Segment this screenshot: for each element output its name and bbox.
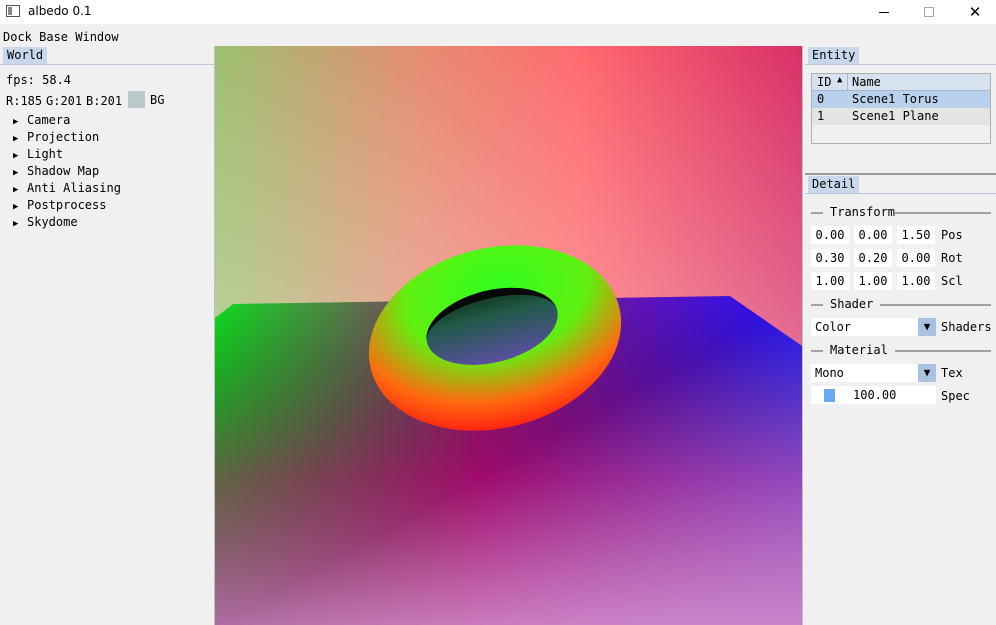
row-name: Scene1 Torus (852, 92, 939, 106)
section-shader: Shader (811, 297, 991, 311)
spec-label: Spec (941, 389, 970, 403)
table-row[interactable]: 1 Scene1 Plane (812, 108, 990, 125)
column-header-id[interactable]: ID (817, 75, 831, 89)
spec-slider[interactable]: 100.00 (811, 386, 936, 404)
expand-arrow-icon: ▶ (13, 134, 19, 144)
app-icon (6, 5, 20, 17)
tab-world[interactable]: World (3, 47, 48, 64)
world-panel: World fps: 58.4 R:185 G:201 B:201 BG ▶ Ca… (0, 46, 214, 625)
bg-color-swatch[interactable] (128, 91, 145, 108)
tree-item-label: Postprocess (27, 198, 107, 212)
expand-arrow-icon: ▶ (13, 202, 19, 212)
section-title: Material (830, 343, 888, 357)
tree-item-projection[interactable]: ▶ Projection (13, 130, 99, 146)
tab-underline (805, 193, 996, 194)
spec-value: 100.00 (853, 388, 897, 402)
row-id: 1 (817, 109, 825, 123)
scl-x-field[interactable]: 1.00 (811, 272, 849, 290)
right-splitter[interactable] (802, 46, 803, 625)
expand-arrow-icon: ▶ (13, 117, 19, 127)
tab-underline (0, 64, 214, 65)
scl-y-field[interactable]: 1.00 (854, 272, 892, 290)
scene-render (215, 46, 802, 625)
tree-item-label: Skydome (27, 215, 78, 229)
texture-select[interactable]: Mono ▼ (811, 364, 936, 382)
section-material: Material (811, 343, 991, 357)
shaders-label: Shaders (941, 320, 992, 334)
menu-dock-base-window[interactable]: Dock Base Window (3, 30, 119, 44)
shader-select[interactable]: Color ▼ (811, 318, 936, 336)
chevron-down-icon[interactable]: ▼ (918, 364, 936, 382)
maximize-button[interactable] (906, 0, 952, 24)
tree-item-shadow-map[interactable]: ▶ Shadow Map (13, 164, 99, 180)
tree-item-light[interactable]: ▶ Light (13, 147, 63, 163)
minimize-button[interactable] (861, 0, 907, 24)
texture-select-value: Mono (815, 366, 844, 380)
tree-item-label: Camera (27, 113, 71, 127)
scl-z-field[interactable]: 1.00 (897, 272, 935, 290)
table-header: ID ▲ Name (812, 74, 990, 91)
tree-item-label: Light (27, 147, 64, 161)
table-row[interactable]: 0 Scene1 Torus (812, 91, 990, 108)
close-button[interactable]: ✕ (952, 0, 996, 24)
pos-z-field[interactable]: 1.50 (897, 226, 935, 244)
bg-green-value[interactable]: G:201 (46, 93, 82, 110)
pos-x-field[interactable]: 0.00 (811, 226, 849, 244)
expand-arrow-icon: ▶ (13, 219, 19, 229)
bg-label: BG (150, 93, 165, 107)
rot-x-field[interactable]: 0.30 (811, 249, 849, 267)
tree-item-anti-aliasing[interactable]: ▶ Anti Aliasing (13, 181, 121, 197)
expand-arrow-icon: ▶ (13, 185, 19, 195)
tab-underline (805, 64, 996, 65)
slider-grab-handle[interactable] (824, 389, 835, 402)
chevron-down-icon[interactable]: ▼ (918, 318, 936, 336)
scl-label: Scl (941, 274, 963, 288)
rot-y-field[interactable]: 0.20 (854, 249, 892, 267)
bg-red-value[interactable]: R:185 (6, 93, 42, 110)
detail-panel: Detail Transform 0.00 0.00 1.50 Pos 0.30… (805, 175, 996, 625)
fps-readout: fps: 58.4 (6, 73, 72, 87)
tex-label: Tex (941, 366, 963, 380)
expand-arrow-icon: ▶ (13, 151, 19, 161)
tab-entity[interactable]: Entity (808, 47, 860, 64)
shader-select-value: Color (815, 320, 852, 334)
entity-table: ID ▲ Name 0 Scene1 Torus 1 Scene1 Plane (811, 73, 991, 144)
tab-detail[interactable]: Detail (808, 176, 860, 193)
entity-panel: Entity ID ▲ Name 0 Scene1 Torus 1 Scene1… (805, 46, 996, 173)
render-viewport[interactable] (215, 46, 802, 625)
column-divider[interactable] (847, 74, 848, 91)
pos-y-field[interactable]: 0.00 (854, 226, 892, 244)
tree-item-postprocess[interactable]: ▶ Postprocess (13, 198, 106, 214)
row-id: 0 (817, 92, 825, 106)
close-icon: ✕ (968, 3, 982, 21)
tree-item-camera[interactable]: ▶ Camera (13, 113, 70, 129)
expand-arrow-icon: ▶ (13, 168, 19, 178)
pos-label: Pos (941, 228, 963, 242)
sort-ascending-icon[interactable]: ▲ (837, 75, 842, 85)
row-name: Scene1 Plane (852, 109, 939, 123)
tree-item-label: Projection (27, 130, 100, 144)
tree-item-skydome[interactable]: ▶ Skydome (13, 215, 78, 231)
tree-item-label: Anti Aliasing (27, 181, 121, 195)
window-title: albedo 0.1 (28, 4, 92, 18)
section-title: Transform (830, 205, 896, 219)
column-header-name[interactable]: Name (852, 75, 881, 89)
rot-label: Rot (941, 251, 963, 265)
section-title: Shader (830, 297, 874, 311)
section-transform: Transform (811, 205, 991, 219)
rot-z-field[interactable]: 0.00 (897, 249, 935, 267)
bg-blue-value[interactable]: B:201 (86, 93, 122, 110)
minimize-icon (879, 11, 889, 13)
tree-item-label: Shadow Map (27, 164, 100, 178)
maximize-icon (924, 7, 934, 17)
title-bar: albedo 0.1 ✕ (0, 0, 996, 24)
